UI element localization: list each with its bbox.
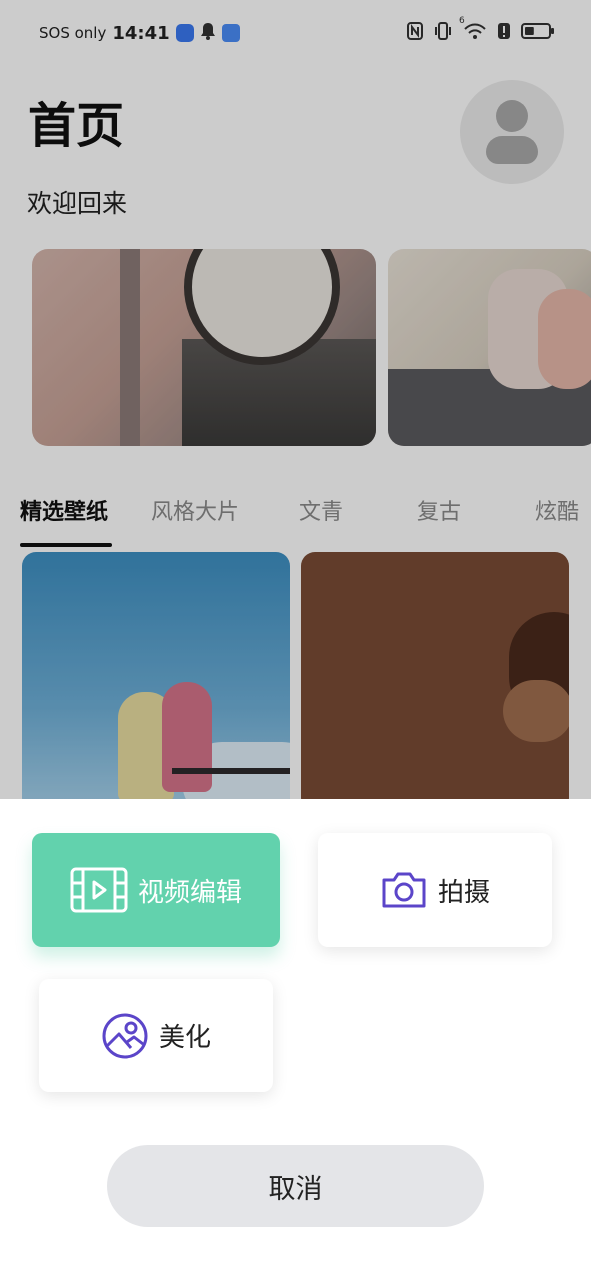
beautify-label: 美化 <box>158 1023 211 1053</box>
home-screen: SOS only 14:41 6 首页 欢迎回来 精选壁纸 风格大片 文青 复古… <box>0 0 591 1280</box>
cancel-button[interactable]: 取消 <box>107 1145 484 1227</box>
action-sheet: 视频编辑 拍摄 美化 取消 <box>0 799 591 1280</box>
shoot-label: 拍摄 <box>437 877 490 908</box>
camera-icon <box>380 870 428 910</box>
video-edit-button[interactable]: 视频编辑 <box>32 833 280 947</box>
image-landscape-icon <box>101 1012 149 1060</box>
video-edit-label: 视频编辑 <box>137 877 242 908</box>
cancel-label: 取消 <box>268 1173 323 1205</box>
shoot-button[interactable]: 拍摄 <box>318 833 552 947</box>
film-strip-icon <box>70 867 128 913</box>
beautify-button[interactable]: 美化 <box>39 979 273 1092</box>
